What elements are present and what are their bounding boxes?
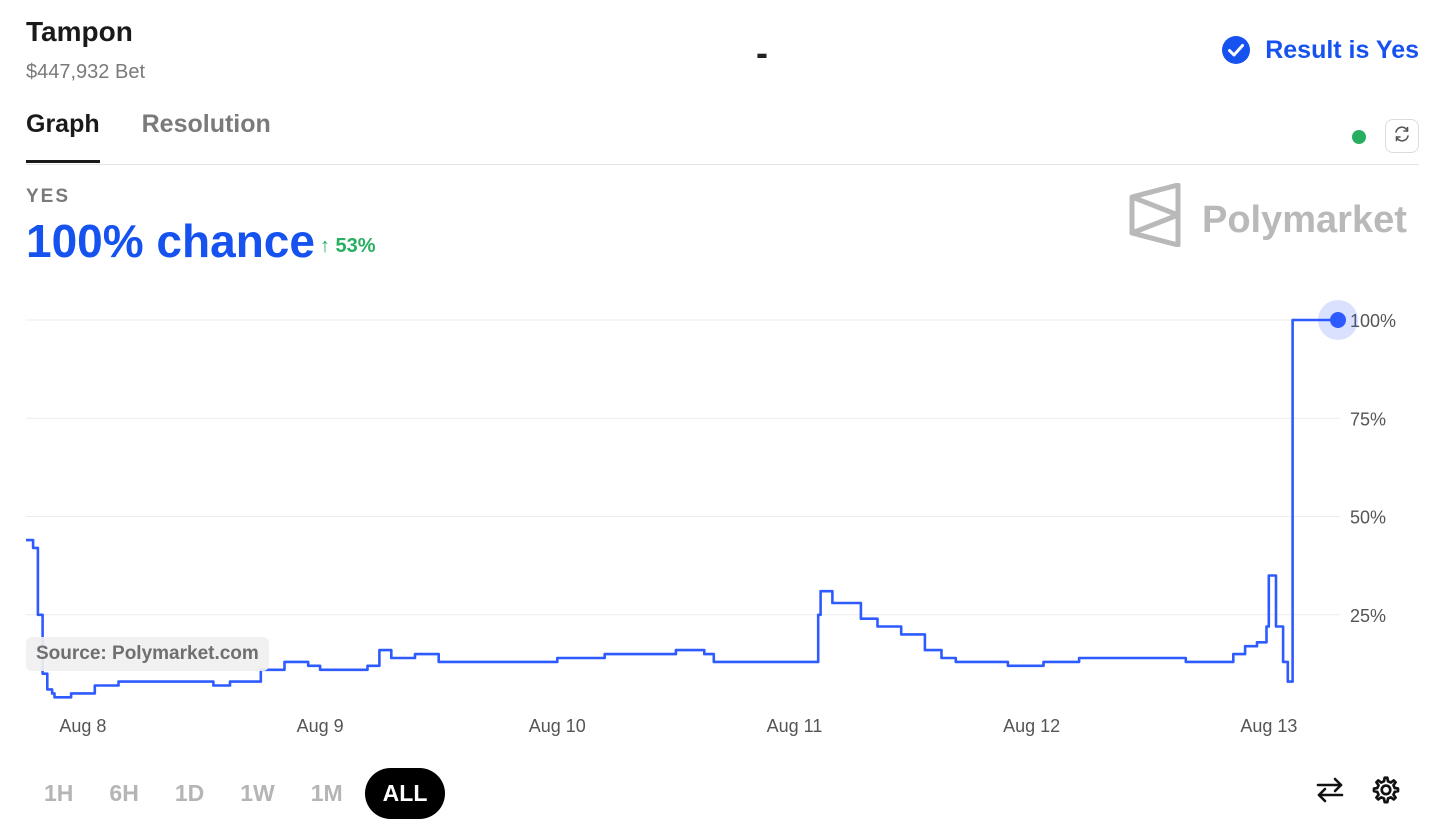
result-badge: Result is Yes (1221, 35, 1419, 65)
tab-resolution[interactable]: Resolution (142, 110, 271, 163)
x-tick-label: Aug 13 (1240, 716, 1297, 736)
tab-divider (26, 164, 1419, 165)
volume-label: $447,932 Bet (26, 61, 145, 83)
price-dash: - (756, 32, 768, 73)
time-range-selector: 1H 6H 1D 1W 1M ALL (30, 768, 446, 819)
refresh-button[interactable] (1385, 119, 1419, 153)
refresh-icon (1392, 124, 1412, 149)
settings-button[interactable] (1368, 774, 1404, 810)
market-title: Tampon (26, 16, 133, 47)
range-1h[interactable]: 1H (30, 768, 87, 819)
swap-button[interactable] (1312, 774, 1348, 810)
x-tick-label: Aug 12 (1003, 716, 1060, 736)
source-note: Source: Polymarket.com (26, 637, 269, 671)
x-tick-label: Aug 9 (297, 716, 344, 736)
end-point (1330, 312, 1346, 328)
range-6h[interactable]: 6H (95, 768, 152, 819)
check-circle-icon (1221, 35, 1251, 65)
live-indicator (1352, 130, 1366, 144)
x-tick-label: Aug 8 (59, 716, 106, 736)
probability-chart: 25%50%75%100%Aug 8 Aug 9 Aug 10 Aug 11 Aug 1… (26, 300, 1396, 736)
y-tick-label: 75% (1350, 409, 1386, 429)
range-all[interactable]: ALL (364, 768, 446, 819)
result-label: Result is Yes (1265, 35, 1419, 64)
range-1w[interactable]: 1W (226, 768, 289, 819)
tab-bar: Graph Resolution (26, 110, 271, 163)
brand-watermark: Polymarket (1128, 182, 1407, 257)
tab-graph[interactable]: Graph (26, 110, 100, 163)
outcome-label: YES (26, 186, 71, 207)
x-tick-label: Aug 11 (767, 716, 823, 736)
polymarket-logo-icon (1128, 182, 1182, 257)
y-tick-label: 25% (1350, 606, 1386, 626)
chance-value: 100% chance (26, 215, 315, 267)
change-indicator: ↑ 53% (320, 235, 376, 257)
range-1d[interactable]: 1D (161, 768, 218, 819)
swap-arrows-icon (1315, 775, 1345, 810)
gear-icon (1370, 774, 1402, 811)
x-tick-label: Aug 10 (529, 716, 586, 736)
brand-name: Polymarket (1202, 198, 1407, 241)
y-tick-label: 50% (1350, 508, 1386, 528)
range-1m[interactable]: 1M (297, 768, 357, 819)
